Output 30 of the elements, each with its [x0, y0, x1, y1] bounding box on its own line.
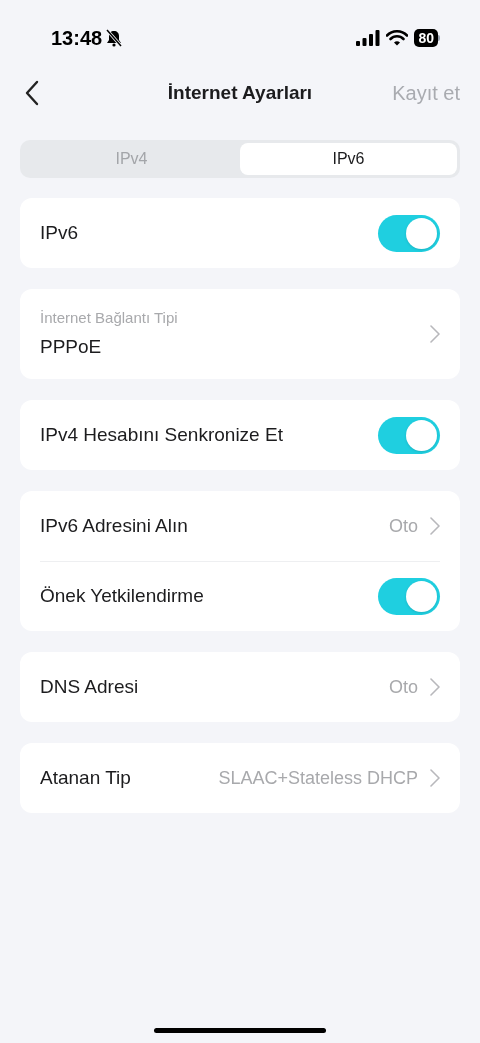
settings-row[interactable]: DNS Adresi Oto [40, 652, 440, 722]
status-time: 13:48 [51, 26, 103, 51]
setting-label: Önek Yetkilendirme [40, 584, 204, 609]
setting-label: IPv6 Adresini Alın [40, 513, 188, 538]
connection-type-row[interactable]: İnternet Bağlantı Tipi PPPoE [40, 289, 440, 379]
toggle-switch[interactable] [378, 578, 440, 615]
setting-value: Oto [389, 514, 418, 538]
chevron-right-icon [430, 325, 440, 343]
settings-row[interactable]: Atanan Tip SLAAC+Stateless DHCP [40, 743, 440, 813]
settings-row[interactable]: IPv6 Adresini Alın Oto [40, 491, 440, 561]
toggle-switch[interactable] [378, 214, 440, 252]
chevron-right-icon [430, 769, 440, 787]
back-icon[interactable] [25, 80, 39, 106]
page-title: İnternet Ayarları [167, 80, 313, 105]
setting-label: IPv6 [40, 220, 79, 245]
setting-value: PPPoE [40, 334, 103, 359]
tab[interactable]: IPv6 [240, 143, 457, 175]
wifi-icon [386, 30, 409, 46]
setting-label: DNS Adresi [40, 674, 139, 699]
signal-icon [356, 30, 381, 46]
chevron-right-icon [430, 678, 440, 696]
setting-value: SLAAC+Stateless DHCP [218, 766, 418, 790]
setting-label: Atanan Tip [40, 765, 131, 790]
toggle-switch[interactable] [378, 416, 440, 454]
chevron-right-icon [430, 517, 440, 535]
setting-value: Oto [389, 675, 418, 699]
setting-label: IPv4 Hesabını Senkronize Et [40, 422, 283, 447]
bell-slash-icon [106, 29, 123, 47]
setting-caption: İnternet Bağlantı Tipi [40, 308, 178, 328]
battery-level: 80 [414, 29, 438, 47]
